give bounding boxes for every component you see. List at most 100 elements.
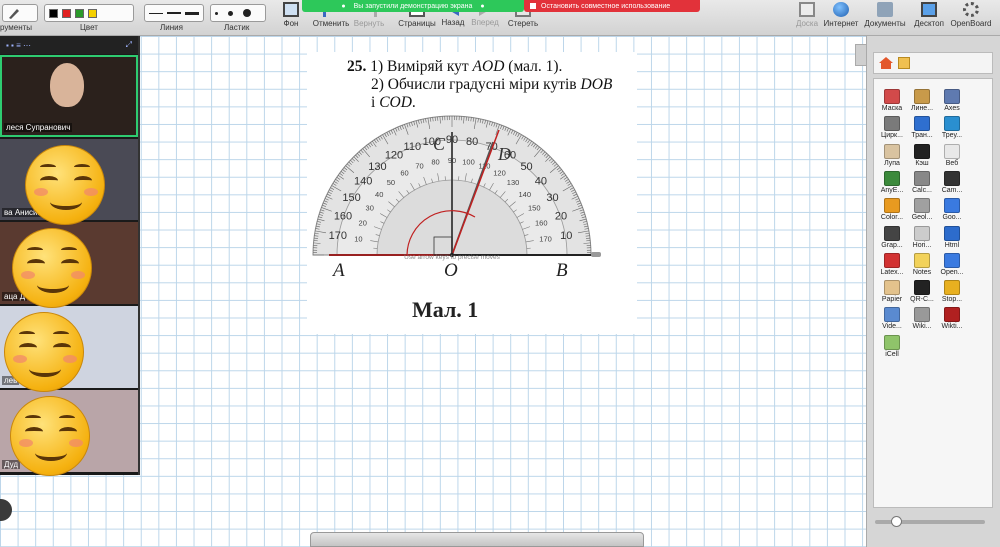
app-icon	[884, 143, 900, 159]
app-item[interactable]: Notes	[908, 252, 936, 279]
emoji-feature	[25, 415, 41, 421]
app-item[interactable]: Grap...	[878, 225, 906, 252]
app-icon	[884, 280, 900, 296]
openboard-label: OpenBoard	[950, 19, 992, 28]
emoji-feature	[27, 247, 43, 253]
app-label: Веб	[945, 159, 959, 167]
color-swatch-red[interactable]	[62, 8, 71, 18]
app-icon	[914, 116, 930, 132]
line-thick-icon[interactable]	[185, 11, 199, 15]
emoji-feature	[74, 164, 90, 170]
smiling-face-emoji-icon	[12, 228, 92, 308]
app-item[interactable]: Лине...	[908, 89, 936, 115]
app-item[interactable]: Stop...	[938, 280, 966, 306]
line-thin-icon[interactable]	[149, 12, 163, 14]
line-width-picker[interactable]	[144, 4, 204, 22]
tools-button[interactable]	[2, 4, 38, 22]
app-label: Stop...	[941, 296, 963, 304]
label-b: B	[556, 260, 568, 281]
globe-icon	[833, 2, 849, 17]
app-icon	[884, 334, 900, 350]
label-d: D	[497, 144, 511, 164]
app-item[interactable]: Тран...	[908, 116, 936, 142]
color-picker[interactable]	[44, 4, 134, 22]
outer-scale-label: 50	[520, 161, 532, 173]
app-item[interactable]: iCell	[878, 334, 906, 361]
app-icon	[914, 143, 930, 159]
app-item[interactable]: Calc...	[908, 170, 936, 197]
app-label: Goo...	[942, 214, 962, 222]
app-item[interactable]: Latex...	[878, 252, 906, 279]
eraser-small-icon[interactable]	[215, 11, 218, 15]
app-item[interactable]: Cam...	[938, 170, 966, 197]
eraser-size-picker[interactable]	[210, 4, 266, 22]
smiling-face-emoji-icon	[25, 145, 105, 225]
panel-collapse-button[interactable]	[855, 44, 867, 66]
internet-label: Интернет	[823, 19, 859, 28]
app-icon	[884, 198, 900, 214]
app-item[interactable]: Веб	[938, 143, 966, 170]
emoji-feature	[63, 355, 77, 363]
app-item[interactable]: Html	[938, 225, 966, 252]
slider-knob[interactable]	[891, 516, 902, 527]
app-item[interactable]: Wiki...	[908, 307, 936, 333]
icon-size-slider[interactable]	[875, 516, 985, 527]
app-item[interactable]: Papier	[878, 280, 906, 306]
color-label: Цвет	[80, 23, 98, 32]
app-label: Тран...	[911, 132, 933, 140]
emoji-feature	[61, 247, 77, 253]
eraser-large-icon[interactable]	[243, 9, 251, 17]
board-icon	[799, 2, 815, 17]
applications-grid: Маска Лине... Axes Цирк... Тран... Треу... Луп…	[873, 78, 993, 508]
app-item[interactable]: AnyE...	[878, 170, 906, 197]
app-item[interactable]: Goo...	[938, 198, 966, 224]
inner-scale-label: 30	[366, 204, 374, 213]
inner-scale-label: 80	[431, 157, 439, 166]
color-swatch-yellow[interactable]	[88, 8, 97, 18]
textbook-image[interactable]: 25. 1) Виміряй кут AOD (мал. 1). 2) Обчи…	[307, 52, 637, 334]
home-icon[interactable]	[878, 56, 894, 70]
app-item[interactable]: Лупа	[878, 143, 906, 170]
app-item[interactable]: Маска	[878, 89, 906, 115]
app-icon	[914, 307, 930, 323]
inner-scale-label: 20	[359, 219, 367, 228]
outer-scale-label: 120	[385, 150, 403, 162]
participant-tile[interactable]: леся Супранович	[0, 55, 138, 137]
app-item[interactable]: Треу...	[938, 116, 966, 142]
expand-icon[interactable]: ⤢	[126, 40, 132, 50]
protractor-figure[interactable]: 1701601501401301201101009080706050403020…	[307, 52, 637, 292]
inner-scale-label: 170	[539, 235, 552, 244]
library-navigation[interactable]	[873, 52, 993, 74]
app-icon	[944, 170, 960, 186]
app-item[interactable]: Цирк...	[878, 116, 906, 142]
app-item[interactable]: Wikti...	[938, 307, 966, 333]
color-swatch-green[interactable]	[75, 8, 84, 18]
view-menu-icon[interactable]: ▪ ▪ ≡ ⋯	[6, 41, 31, 50]
line-medium-icon[interactable]	[167, 12, 181, 14]
inner-scale-label: 160	[535, 219, 548, 228]
color-swatch-black[interactable]	[49, 8, 58, 18]
app-item[interactable]: Color...	[878, 198, 906, 224]
openboard-menu-button[interactable]: OpenBoard	[946, 2, 996, 36]
documents-button[interactable]: Документы	[860, 2, 910, 36]
app-item[interactable]: Open...	[938, 252, 966, 279]
protractor-handle[interactable]	[591, 252, 601, 257]
app-item[interactable]: Axes	[938, 89, 966, 115]
desktop-label: Десктоп	[914, 19, 944, 28]
inner-scale-label: 100	[462, 157, 475, 166]
folder-icon[interactable]	[898, 57, 910, 69]
app-item[interactable]: QR-C...	[908, 280, 936, 306]
emoji-feature	[53, 343, 71, 352]
app-icon	[914, 252, 930, 268]
app-item[interactable]: Vide...	[878, 307, 906, 333]
gear-icon	[963, 2, 979, 17]
app-item[interactable]: Кэш	[908, 143, 936, 170]
internet-button[interactable]: Интернет	[816, 2, 866, 36]
app-item[interactable]: Hori...	[908, 225, 936, 252]
eraser-medium-icon[interactable]	[228, 10, 233, 16]
app-item[interactable]: Geol...	[908, 198, 936, 224]
emoji-feature	[19, 331, 35, 337]
stop-sharing-button[interactable]: Остановить совместное использование	[524, 0, 700, 12]
participant-name: леся Супранович	[4, 123, 73, 132]
stylus-palette[interactable]	[310, 532, 644, 547]
